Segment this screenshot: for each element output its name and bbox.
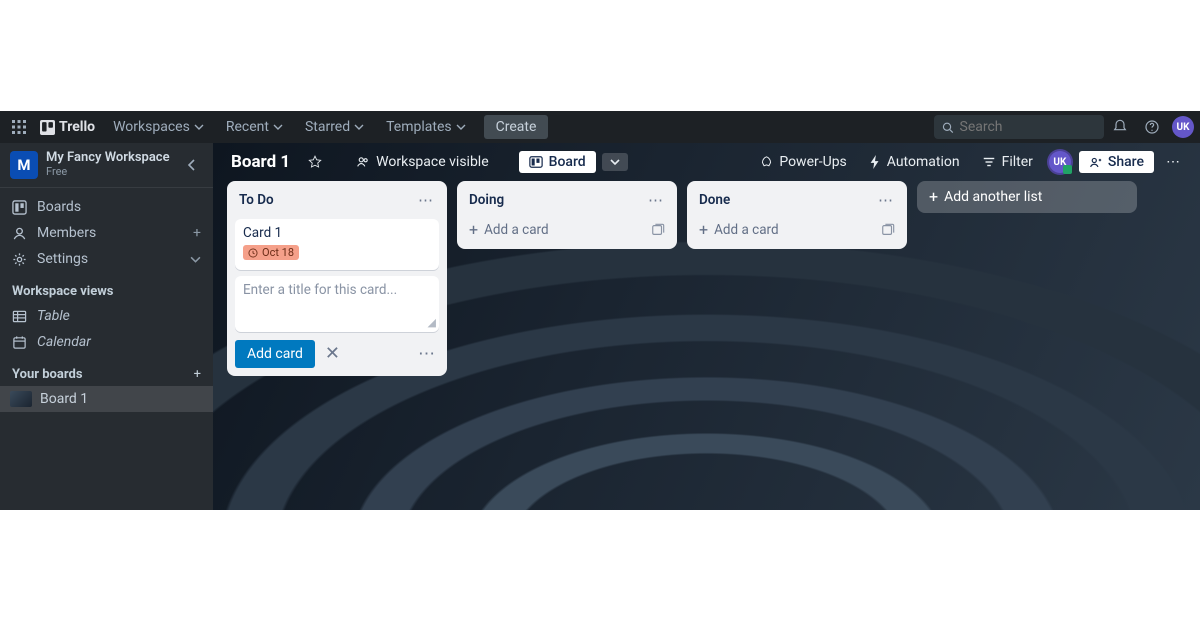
list-menu-icon[interactable]: ⋯	[876, 189, 895, 211]
filter-button[interactable]: Filter	[974, 150, 1041, 174]
board-member-avatar[interactable]: UK	[1047, 149, 1073, 175]
gear-icon	[12, 252, 27, 267]
board-menu-icon[interactable]: ⋯	[1160, 150, 1186, 174]
add-card-button[interactable]: Add card	[235, 340, 315, 368]
sidebar-view-table[interactable]: Table	[0, 303, 213, 329]
board-thumb	[10, 391, 32, 407]
powerups-button[interactable]: Power-Ups	[752, 150, 854, 174]
nav-templates[interactable]: Templates	[376, 115, 476, 139]
list-menu-icon[interactable]: ⋯	[646, 189, 665, 211]
sidebar-item-settings[interactable]: Settings	[0, 246, 213, 272]
filter-icon	[982, 155, 996, 169]
nav-starred[interactable]: Starred	[295, 115, 374, 139]
card-composer: ◢	[235, 276, 439, 332]
add-card-link[interactable]: + Add a card	[465, 219, 669, 241]
list-doing: Doing ⋯ + Add a card	[457, 181, 677, 249]
template-icon[interactable]	[881, 223, 895, 237]
bolt-icon	[869, 155, 881, 169]
user-plus-icon	[1089, 156, 1102, 169]
workspace-tier: Free	[46, 166, 173, 179]
card-composer-input[interactable]	[235, 276, 439, 328]
plus-icon: +	[929, 189, 938, 205]
close-composer-icon[interactable]: ✕	[325, 343, 340, 364]
board-header: Board 1 Workspace visible Board Power-Up…	[213, 143, 1200, 181]
template-icon[interactable]	[651, 223, 665, 237]
workspace-logo: M	[10, 151, 38, 179]
card[interactable]: Card 1 Oct 18	[235, 219, 439, 270]
user-avatar[interactable]: UK	[1172, 116, 1194, 138]
workspace-views-heading: Workspace views	[0, 278, 213, 303]
people-icon	[356, 155, 370, 169]
view-switcher-board[interactable]: Board	[519, 151, 596, 173]
list-title[interactable]: Done	[699, 192, 876, 208]
view-switcher-caret[interactable]	[602, 153, 628, 171]
clock-icon	[248, 248, 258, 258]
add-list-button[interactable]: + Add another list	[917, 181, 1137, 213]
automation-button[interactable]: Automation	[861, 150, 968, 174]
user-icon	[12, 226, 27, 241]
trello-logo[interactable]: Trello	[32, 119, 103, 135]
rocket-icon	[760, 156, 773, 169]
your-boards-heading: Your boards +	[0, 361, 213, 386]
apps-launcher-icon[interactable]	[6, 120, 32, 134]
search-icon	[942, 121, 954, 134]
sidebar-item-boards[interactable]: Boards	[0, 194, 213, 220]
sidebar-collapse-icon[interactable]	[181, 154, 203, 176]
sidebar-board-item[interactable]: Board 1	[0, 386, 213, 412]
plus-icon: +	[699, 222, 708, 238]
create-button[interactable]: Create	[484, 115, 549, 139]
card-title: Card 1	[243, 225, 431, 241]
search-box[interactable]	[934, 115, 1104, 139]
list-done: Done ⋯ + Add a card	[687, 181, 907, 249]
plus-icon: +	[469, 222, 478, 238]
add-member-icon[interactable]: +	[193, 225, 201, 241]
notifications-icon[interactable]	[1104, 115, 1136, 139]
board-icon	[529, 155, 543, 169]
composer-options-icon[interactable]: ⋯	[414, 344, 439, 364]
workspace-name: My Fancy Workspace	[46, 151, 173, 166]
star-board-icon[interactable]	[300, 151, 330, 173]
calendar-icon	[12, 335, 27, 350]
nav-workspaces[interactable]: Workspaces	[103, 115, 214, 139]
add-board-icon[interactable]: +	[194, 367, 201, 382]
help-icon[interactable]	[1136, 115, 1168, 139]
list-title[interactable]: Doing	[469, 192, 646, 208]
sidebar-item-members[interactable]: Members +	[0, 220, 213, 246]
list-title[interactable]: To Do	[239, 192, 416, 208]
table-icon	[12, 309, 27, 324]
board-title[interactable]: Board 1	[227, 152, 294, 172]
sidebar: M My Fancy Workspace Free Boards Members	[0, 143, 213, 510]
add-card-link[interactable]: + Add a card	[695, 219, 899, 241]
board-icon	[12, 200, 27, 215]
visibility-button[interactable]: Workspace visible	[348, 150, 496, 174]
list-todo: To Do ⋯ Card 1 Oct 18	[227, 181, 447, 376]
logo-text: Trello	[59, 119, 95, 135]
due-date-badge[interactable]: Oct 18	[243, 245, 299, 260]
search-input[interactable]	[960, 119, 1096, 135]
nav-recent[interactable]: Recent	[216, 115, 293, 139]
share-button[interactable]: Share	[1079, 151, 1154, 173]
chevron-down-icon[interactable]	[190, 254, 201, 265]
sidebar-view-calendar[interactable]: Calendar	[0, 329, 213, 355]
list-menu-icon[interactable]: ⋯	[416, 189, 435, 211]
